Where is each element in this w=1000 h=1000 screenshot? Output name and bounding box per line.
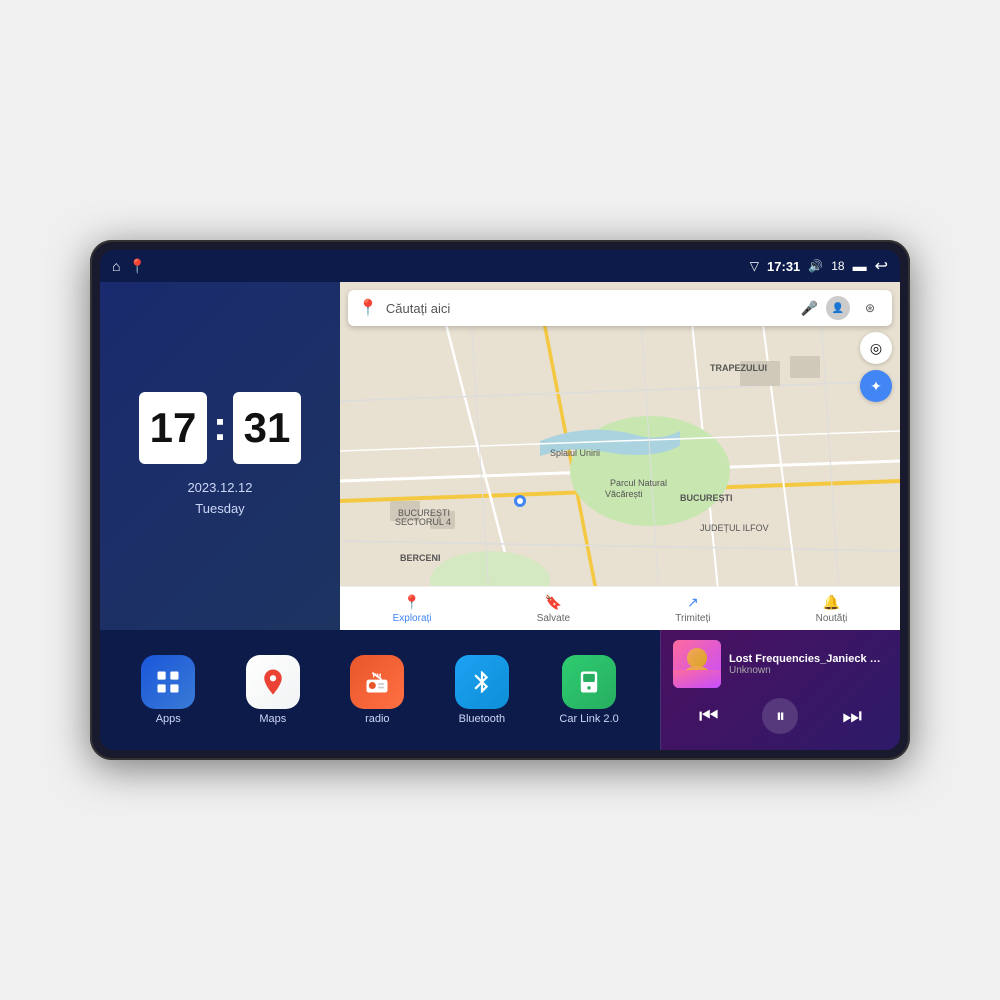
map-search-text[interactable]: Căutați aici xyxy=(386,301,793,316)
saved-icon: 🔖 xyxy=(545,594,562,611)
app-icon-maps[interactable]: Maps xyxy=(246,655,300,725)
bluetooth-label: Bluetooth xyxy=(459,713,505,725)
radio-label: radio xyxy=(365,713,389,725)
music-info: Lost Frequencies_Janieck Devy-... Unknow… xyxy=(673,640,888,688)
battery-icon: ▬ xyxy=(853,258,867,274)
apps-label: Apps xyxy=(156,713,181,725)
music-prev-button[interactable]: ⏮ xyxy=(691,698,727,734)
clock-hour: 17 xyxy=(139,392,207,464)
map-panel[interactable]: TRAPEZULUI BUCUREȘTI JUDEȚUL ILFOV Parcu… xyxy=(340,282,900,630)
map-avatar[interactable]: 👤 xyxy=(826,296,850,320)
radio-icon: FM xyxy=(350,655,404,709)
clock-display: 17 : 31 xyxy=(139,392,301,464)
carlink-label: Car Link 2.0 xyxy=(559,713,618,725)
map-mic-icon[interactable]: 🎤 xyxy=(801,300,818,317)
music-controls: ⏮ ⏸ ⏭ xyxy=(673,698,888,734)
maps-label: Maps xyxy=(259,713,286,725)
clock-minute: 31 xyxy=(233,392,301,464)
music-album-image xyxy=(673,640,721,688)
carlink-icon xyxy=(562,655,616,709)
map-right-controls: ◎ ✦ xyxy=(860,332,892,402)
svg-text:Parcul Natural: Parcul Natural xyxy=(610,478,667,488)
app-icon-radio[interactable]: FM radio xyxy=(350,655,404,725)
app-icon-bluetooth[interactable]: Bluetooth xyxy=(455,655,509,725)
map-nav-send[interactable]: ↗ Trimiteți xyxy=(675,594,710,624)
map-nav-saved[interactable]: 🔖 Salvate xyxy=(537,594,570,624)
apps-icon xyxy=(141,655,195,709)
home-icon[interactable]: ⌂ xyxy=(112,258,120,274)
music-next-button[interactable]: ⏭ xyxy=(834,698,870,734)
send-icon: ↗ xyxy=(687,594,699,611)
map-navigate-button[interactable]: ✦ xyxy=(860,370,892,402)
status-time: 17:31 xyxy=(767,259,800,274)
map-nav-explore[interactable]: 📍 Explorați xyxy=(393,594,432,624)
map-layers-button[interactable]: ⊛ xyxy=(858,296,882,320)
music-album-art xyxy=(673,640,721,688)
back-icon[interactable]: ↩ xyxy=(875,256,888,276)
svg-text:SECTORUL 4: SECTORUL 4 xyxy=(395,517,451,527)
music-text: Lost Frequencies_Janieck Devy-... Unknow… xyxy=(729,653,888,676)
map-nav-saved-label: Salvate xyxy=(537,613,570,624)
svg-text:Văcărești: Văcărești xyxy=(605,489,643,499)
explore-icon: 📍 xyxy=(403,594,420,611)
map-nav-news[interactable]: 🔔 Noutăți xyxy=(816,594,848,624)
maps-status-icon[interactable]: 📍 xyxy=(128,258,145,275)
svg-text:TRAPEZULUI: TRAPEZULUI xyxy=(710,363,767,373)
music-play-button[interactable]: ⏸ xyxy=(762,698,798,734)
music-artist: Unknown xyxy=(729,665,888,676)
svg-text:JUDEȚUL ILFOV: JUDEȚUL ILFOV xyxy=(700,523,769,533)
app-icon-apps[interactable]: Apps xyxy=(141,655,195,725)
map-search-bar[interactable]: 📍 Căutați aici 🎤 👤 ⊛ xyxy=(348,290,892,326)
map-location-button[interactable]: ◎ xyxy=(860,332,892,364)
device-frame: ⌂ 📍 ▽ 17:31 🔊 18 ▬ ↩ 17 : xyxy=(90,240,910,760)
music-title: Lost Frequencies_Janieck Devy-... xyxy=(729,653,888,665)
status-bar: ⌂ 📍 ▽ 17:31 🔊 18 ▬ ↩ xyxy=(100,250,900,282)
apps-panel: Apps Maps xyxy=(100,630,660,750)
clock-panel: 17 : 31 2023.12.12 Tuesday xyxy=(100,282,340,630)
map-bottom-nav: 📍 Explorați 🔖 Salvate ↗ Trimiteți 🔔 xyxy=(340,586,900,630)
map-svg: TRAPEZULUI BUCUREȘTI JUDEȚUL ILFOV Parcu… xyxy=(340,282,900,630)
volume-icon: 🔊 xyxy=(808,259,823,273)
map-nav-news-label: Noutăți xyxy=(816,613,848,624)
signal-icon: ▽ xyxy=(750,259,759,273)
clock-date: 2023.12.12 Tuesday xyxy=(187,478,252,520)
map-nav-send-label: Trimiteți xyxy=(675,613,710,624)
svg-text:Splaiul Unirii: Splaiul Unirii xyxy=(550,448,600,458)
maps-icon xyxy=(246,655,300,709)
clock-colon: : xyxy=(213,402,227,450)
svg-text:BERCENI: BERCENI xyxy=(400,553,441,563)
app-icon-carlink[interactable]: Car Link 2.0 xyxy=(559,655,618,725)
device-screen: ⌂ 📍 ▽ 17:31 🔊 18 ▬ ↩ 17 : xyxy=(100,250,900,750)
volume-level: 18 xyxy=(831,259,844,273)
map-nav-explore-label: Explorați xyxy=(393,613,432,624)
music-panel: Lost Frequencies_Janieck Devy-... Unknow… xyxy=(660,630,900,750)
map-search-pin-icon: 📍 xyxy=(358,298,378,318)
svg-text:BUCUREȘTI: BUCUREȘTI xyxy=(680,493,733,503)
bluetooth-icon xyxy=(455,655,509,709)
news-icon: 🔔 xyxy=(823,594,840,611)
